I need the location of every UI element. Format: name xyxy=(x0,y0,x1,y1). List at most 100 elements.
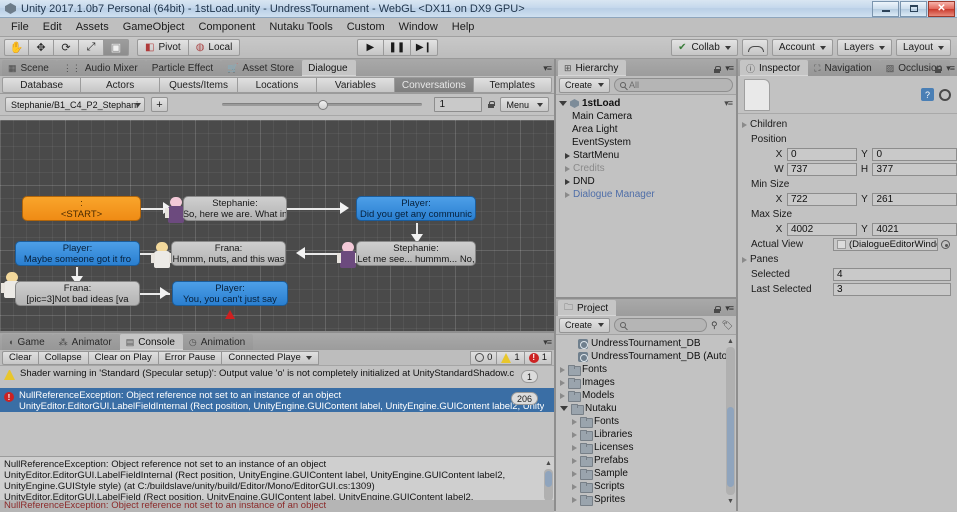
panel-menu-icon[interactable]: ▾≡ xyxy=(725,63,734,74)
chevron-right-icon[interactable] xyxy=(572,444,577,451)
log-entry-warning[interactable]: Shader warning in 'Standard (Specular se… xyxy=(0,366,554,388)
project-item-changelog[interactable]: CHANGELOG xyxy=(556,506,736,508)
zoom-slider-handle[interactable] xyxy=(318,99,329,110)
chevron-right-icon[interactable] xyxy=(572,483,577,490)
chevron-right-icon[interactable] xyxy=(560,392,565,399)
maximize-button[interactable] xyxy=(900,0,927,17)
position-y-input[interactable]: 0 xyxy=(872,148,957,161)
project-item-libraries[interactable]: Libraries xyxy=(556,428,736,441)
menu-item-nutaku-tools[interactable]: Nutaku Tools xyxy=(262,19,339,35)
project-item-undresstournament-db-auto[interactable]: UndressTournament_DB (Auto xyxy=(556,350,736,363)
project-item-scripts[interactable]: Scripts xyxy=(556,480,736,493)
scroll-up-arrow[interactable]: ▲ xyxy=(726,337,735,346)
tab-navigation[interactable]: ⛶ Navigation xyxy=(808,60,880,76)
chevron-right-icon[interactable] xyxy=(560,366,565,373)
layers-dropdown[interactable]: Layers xyxy=(836,39,892,56)
chevron-right-icon[interactable] xyxy=(565,178,570,185)
chevron-right-icon[interactable] xyxy=(560,379,565,386)
node-player-3[interactable]: Player: You, you can't just say xyxy=(172,281,288,306)
project-scrollbar-thumb[interactable] xyxy=(727,407,734,487)
hierarchy-item-dnd[interactable]: DND xyxy=(556,175,736,188)
chevron-right-icon[interactable] xyxy=(565,165,570,172)
hierarchy-item-area-light[interactable]: Area Light xyxy=(556,123,736,136)
add-conversation-button[interactable]: + xyxy=(151,97,168,112)
project-item-nutaku-fonts[interactable]: Fonts xyxy=(556,415,736,428)
layout-dropdown[interactable]: Layout xyxy=(895,39,951,56)
minimize-button[interactable] xyxy=(872,0,899,17)
node-frana-1[interactable]: Frana: Hmmm, nuts, and this was xyxy=(171,241,286,266)
warning-count[interactable]: 1 xyxy=(497,350,525,365)
dialogue-menu-button[interactable]: Menu xyxy=(500,97,549,112)
project-item-models[interactable]: Models xyxy=(556,389,736,402)
scroll-down-arrow[interactable]: ▼ xyxy=(726,497,735,506)
menu-item-assets[interactable]: Assets xyxy=(69,19,116,35)
zoom-value-input[interactable]: 1 xyxy=(434,97,483,112)
rect-tool-button[interactable]: ▣ xyxy=(104,39,129,56)
chevron-right-icon[interactable] xyxy=(742,121,747,128)
node-frana-2[interactable]: Frana: [pic=3]Not bad ideas [va xyxy=(15,281,140,306)
create-asset-button[interactable]: Create xyxy=(559,317,611,333)
error-pause-toggle[interactable]: Error Pause xyxy=(158,350,223,365)
selected-input[interactable]: 4 xyxy=(833,268,951,281)
menu-item-help[interactable]: Help xyxy=(445,19,482,35)
node-player-1[interactable]: Player: Did you get any communic xyxy=(356,196,476,221)
hierarchy-item-1stload[interactable]: 1stLoad ▾≡ xyxy=(556,97,736,110)
chevron-right-icon[interactable] xyxy=(572,457,577,464)
project-item-images[interactable]: Images xyxy=(556,376,736,389)
account-dropdown[interactable]: Account xyxy=(771,39,833,56)
subtab-conversations[interactable]: Conversations xyxy=(395,77,474,93)
chevron-right-icon[interactable] xyxy=(565,191,570,198)
create-button[interactable]: Create xyxy=(559,77,611,93)
children-foldout[interactable]: Children xyxy=(738,117,957,132)
menu-item-file[interactable]: File xyxy=(4,19,36,35)
tab-inspector[interactable]: ⓘ Inspector xyxy=(740,60,809,76)
tab-dialogue[interactable]: Dialogue xyxy=(302,60,356,76)
error-count[interactable]: ! 1 xyxy=(524,350,552,365)
tab-animation[interactable]: ◷ Animation xyxy=(182,334,254,350)
hierarchy-item-startmenu[interactable]: StartMenu xyxy=(556,149,736,162)
subtab-variables[interactable]: Variables xyxy=(316,77,396,93)
node-stephanie-1[interactable]: Stephanie: So, here we are. What in xyxy=(183,196,287,221)
console-log-list[interactable]: Shader warning in 'Standard (Specular se… xyxy=(0,366,554,412)
vertical-splitter-left[interactable] xyxy=(554,59,556,511)
rotate-tool-button[interactable]: ⟳ xyxy=(54,39,79,56)
scene-menu-icon[interactable]: ▾≡ xyxy=(724,98,733,109)
chevron-right-icon[interactable] xyxy=(572,431,577,438)
tab-audio-mixer[interactable]: ⋮⋮ Audio Mixer xyxy=(56,60,146,76)
scroll-up-arrow[interactable]: ▲ xyxy=(544,459,553,468)
hierarchy-item-eventsystem[interactable]: EventSystem xyxy=(556,136,736,149)
filter-by-type-icon[interactable]: ⚲ xyxy=(711,320,718,331)
lock-icon[interactable] xyxy=(935,66,942,73)
tab-game[interactable]: ◖ Game xyxy=(2,334,53,350)
chevron-right-icon[interactable] xyxy=(742,256,747,263)
chevron-right-icon[interactable] xyxy=(572,470,577,477)
node-stephanie-2[interactable]: Stephanie: Let me see... hummm... No, xyxy=(356,241,476,266)
chevron-right-icon[interactable] xyxy=(565,152,570,159)
menu-item-edit[interactable]: Edit xyxy=(36,19,69,35)
horizontal-splitter-project[interactable] xyxy=(556,297,736,299)
project-scrollbar[interactable] xyxy=(726,347,735,495)
log-entry-error[interactable]: ! NullReferenceException: Object referen… xyxy=(0,388,554,412)
console-next-entry-preview[interactable]: NullReferenceException: Object reference… xyxy=(0,500,554,512)
panel-menu-icon[interactable]: ▾≡ xyxy=(543,63,552,74)
detail-scrollbar-thumb[interactable] xyxy=(545,471,552,487)
pause-button[interactable]: ❚❚ xyxy=(383,39,411,56)
local-toggle[interactable]: ◍ Local xyxy=(188,39,241,56)
subtab-quests-items[interactable]: Quests/Items xyxy=(159,77,239,93)
play-button[interactable]: ▶ xyxy=(356,39,384,56)
menu-item-gameobject[interactable]: GameObject xyxy=(116,19,192,35)
collapse-toggle[interactable]: Collapse xyxy=(38,350,89,365)
tab-asset-store[interactable]: 🛒 Asset Store xyxy=(221,60,303,76)
lock-icon[interactable] xyxy=(714,306,721,313)
conversation-select[interactable]: Stephanie/B1_C4_P2_Stephani xyxy=(5,97,145,112)
position-w-input[interactable]: 737 xyxy=(786,163,857,176)
min-size-x-input[interactable]: 722 xyxy=(786,193,857,206)
scale-tool-button[interactable]: ⤢ xyxy=(79,39,104,56)
tab-scene[interactable]: ▦ Scene xyxy=(2,60,57,76)
panes-foldout[interactable]: Panes xyxy=(738,252,957,267)
max-size-x-input[interactable]: 4002 xyxy=(786,223,857,236)
tab-project[interactable]: 🗀 Project xyxy=(558,300,617,316)
chevron-right-icon[interactable] xyxy=(572,496,577,503)
lock-icon[interactable] xyxy=(488,101,496,108)
collab-dropdown[interactable]: ✔ Collab xyxy=(671,39,738,56)
